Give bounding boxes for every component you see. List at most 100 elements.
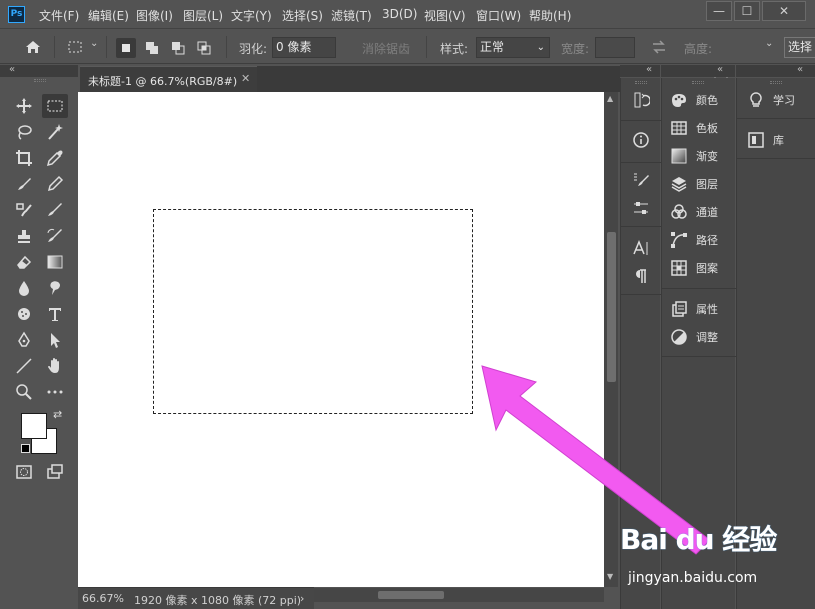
rect-marquee-tool-icon[interactable]: [42, 94, 68, 118]
menu-file[interactable]: 文件(F): [39, 7, 79, 24]
panel-color[interactable]: 颜色: [670, 91, 718, 109]
swap-dimensions-icon[interactable]: [646, 35, 672, 59]
chevron-down-icon: ⌄: [536, 42, 545, 53]
lasso-tool-icon[interactable]: [11, 120, 37, 144]
foreground-color-swatch[interactable]: [21, 413, 47, 439]
paragraph-icon[interactable]: [628, 264, 654, 288]
new-selection-icon[interactable]: [116, 38, 136, 58]
menu-image[interactable]: 图像(I): [136, 7, 173, 24]
panel-channels[interactable]: 通道: [670, 203, 718, 221]
select-and-mask-button[interactable]: 选择: [784, 37, 815, 58]
menu-view[interactable]: 视图(V): [424, 7, 466, 24]
subtract-selection-icon[interactable]: [168, 38, 188, 58]
panel-channels-label: 通道: [696, 206, 718, 219]
horizontal-scroll-thumb[interactable]: [378, 591, 444, 599]
menu-layer[interactable]: 图层(L): [183, 7, 223, 24]
screen-mode-icon[interactable]: [42, 460, 68, 484]
menu-select[interactable]: 选择(S): [282, 7, 323, 24]
marquee-selection[interactable]: [153, 209, 473, 414]
panel-libraries[interactable]: 库: [747, 131, 784, 149]
document-tab[interactable]: 未标题-1 @ 66.7%(RGB/8#) ✕: [80, 66, 257, 92]
quick-mask-icon[interactable]: [11, 460, 37, 484]
feather-label: 羽化:: [239, 42, 268, 56]
panel-layers[interactable]: 图层: [670, 175, 718, 193]
default-colors-icon[interactable]: [21, 444, 30, 453]
menu-3d[interactable]: 3D(D): [382, 7, 417, 21]
magic-wand-tool-icon[interactable]: [42, 120, 68, 144]
panel-swatches[interactable]: 色板: [670, 119, 718, 137]
eyedropper-tool-icon[interactable]: [42, 146, 68, 170]
character-icon[interactable]: [628, 236, 654, 260]
panel-collapse-strip[interactable]: «: [736, 64, 815, 77]
type-tool-icon[interactable]: [42, 302, 68, 326]
height-label: 高度:: [684, 42, 713, 56]
intersect-selection-icon[interactable]: [194, 38, 214, 58]
sponge-tool-icon[interactable]: [11, 302, 37, 326]
chevron-down-icon[interactable]: ⌄: [765, 38, 773, 49]
brush-tool-icon[interactable]: [42, 198, 68, 222]
history-brush-tool-icon[interactable]: [42, 224, 68, 248]
pen-tool-icon[interactable]: [11, 328, 37, 352]
move-tool-icon[interactable]: [11, 94, 37, 118]
menu-filter[interactable]: 滤镜(T): [331, 7, 372, 24]
crop-tool-icon[interactable]: [11, 146, 37, 170]
menu-type[interactable]: 文字(Y): [231, 7, 272, 24]
panel-layers-label: 图层: [696, 178, 718, 191]
panel-collapse-strip[interactable]: «: [620, 64, 660, 77]
more-tools-icon[interactable]: [42, 380, 68, 404]
toolbar-collapse-strip[interactable]: «: [0, 64, 78, 77]
home-icon[interactable]: [20, 35, 46, 59]
layers-icon: [671, 177, 687, 192]
status-bar: 66.67% 1920 像素 x 1080 像素 (72 ppi) ›: [78, 587, 314, 609]
grip-handle[interactable]: [770, 81, 782, 84]
chevron-double-icon: «: [646, 64, 652, 75]
clone-stamp-tool-icon[interactable]: [11, 198, 37, 222]
chevron-right-icon[interactable]: ›: [300, 592, 304, 605]
minimize-button[interactable]: —: [706, 1, 732, 21]
chevron-down-icon[interactable]: ⌄: [90, 38, 98, 49]
zoom-level[interactable]: 66.67%: [82, 592, 124, 605]
panel-patterns[interactable]: 图案: [670, 259, 718, 277]
horizontal-scrollbar[interactable]: [314, 588, 604, 602]
healing-brush-tool-icon[interactable]: [11, 172, 37, 196]
zoom-tool-icon[interactable]: [11, 380, 37, 404]
eraser-tool-icon[interactable]: [11, 250, 37, 274]
feather-input[interactable]: 0 像素: [272, 37, 336, 58]
marquee-preset-icon[interactable]: [62, 35, 88, 59]
close-icon[interactable]: ✕: [241, 72, 250, 85]
add-selection-icon[interactable]: [142, 38, 162, 58]
style-select[interactable]: 正常 ⌄: [476, 37, 550, 58]
panel-gradients[interactable]: 渐变: [670, 147, 718, 165]
menu-edit[interactable]: 编辑(E): [88, 7, 129, 24]
history-icon[interactable]: [628, 88, 654, 112]
panel-adjustments[interactable]: 调整: [670, 328, 718, 346]
menu-help[interactable]: 帮助(H): [529, 7, 571, 24]
scroll-down-icon[interactable]: ▼: [607, 572, 613, 581]
panel-paths[interactable]: 路径: [670, 231, 718, 249]
document-info[interactable]: 1920 像素 x 1080 像素 (72 ppi): [134, 592, 301, 608]
line-tool-icon[interactable]: [11, 354, 37, 378]
panel-collapse-strip[interactable]: «: [661, 64, 735, 77]
hand-tool-icon[interactable]: [42, 354, 68, 378]
width-input[interactable]: [595, 37, 635, 58]
close-button[interactable]: ✕: [762, 1, 806, 21]
gradient-tool-icon[interactable]: [42, 250, 68, 274]
grip-handle[interactable]: [692, 81, 704, 84]
pencil-tool-icon[interactable]: [42, 172, 68, 196]
path-selection-tool-icon[interactable]: [42, 328, 68, 352]
swap-colors-icon[interactable]: ⇄: [53, 408, 62, 421]
scroll-up-icon[interactable]: ▲: [607, 94, 613, 103]
stamp-tool-icon[interactable]: [11, 224, 37, 248]
tool-presets-icon[interactable]: [628, 196, 654, 220]
brush-settings-icon[interactable]: [628, 168, 654, 192]
grip-handle[interactable]: [34, 79, 46, 82]
panel-learn[interactable]: 学习: [747, 91, 795, 109]
menu-window[interactable]: 窗口(W): [476, 7, 521, 24]
maximize-button[interactable]: ☐: [734, 1, 760, 21]
smudge-tool-icon[interactable]: [42, 276, 68, 300]
panel-properties-label: 属性: [696, 303, 718, 316]
blur-tool-icon[interactable]: [11, 276, 37, 300]
info-icon[interactable]: [628, 128, 654, 152]
panel-properties[interactable]: 属性: [670, 300, 718, 318]
grip-handle[interactable]: [635, 81, 647, 84]
